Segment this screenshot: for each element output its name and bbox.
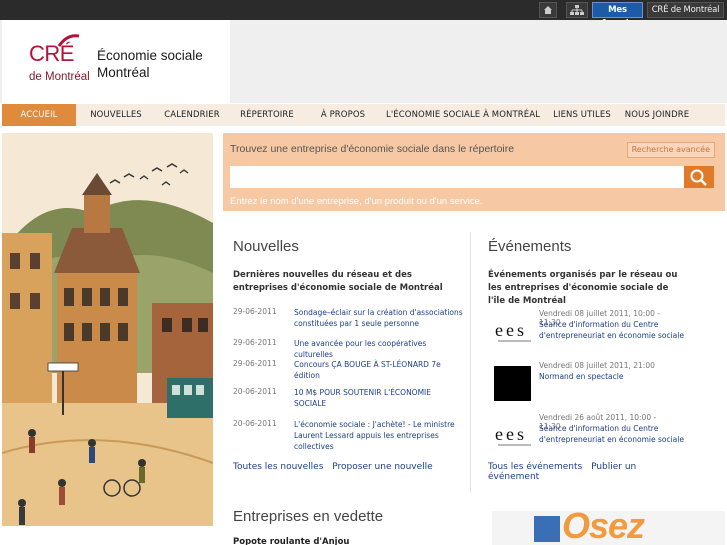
search-button[interactable]	[684, 166, 714, 188]
nav-item-repertoire[interactable]: RÉPERTOIRE	[234, 104, 300, 126]
news-list: 29-06-2011 Sondage–éclair sur la créatio…	[233, 307, 463, 453]
events-list: ees Vendredi 08 juillet 2011, 10:00 - 11…	[488, 309, 684, 465]
events-section: Événements Événements organisés par le r…	[488, 223, 684, 482]
logo-montreal-text: de Montréal	[29, 71, 90, 83]
nav-item-accueil[interactable]: ACCUEIL	[2, 104, 76, 126]
news-link[interactable]: Une avancée pour les coopératives cultur…	[294, 338, 464, 360]
news-date: 29-06-2011	[233, 338, 277, 347]
event-link[interactable]: Séance d'information du Centre d'entrepr…	[539, 319, 689, 341]
event-link[interactable]: Séance d'information du Centre d'entrepr…	[539, 423, 689, 445]
list-item: 29-06-2011 Sondage–éclair sur la créatio…	[233, 307, 463, 338]
sitemap-icon[interactable]	[566, 2, 588, 18]
events-links: Tous les événements Publier un événement	[488, 462, 678, 482]
logo-swoosh-icon	[57, 34, 80, 47]
news-date: 29-06-2011	[233, 359, 277, 368]
news-link[interactable]: Sondage–éclair sur la création d'associa…	[294, 307, 464, 329]
all-events-link[interactable]: Tous les événements	[488, 462, 582, 472]
directory-search-panel: Trouvez une entreprise d'économie social…	[223, 133, 725, 211]
list-item: ees Vendredi 08 juillet 2011, 10:00 - 11…	[488, 309, 684, 361]
magnifier-icon	[690, 169, 707, 186]
news-links: Toutes les nouvelles Proposer une nouvel…	[233, 462, 439, 472]
site-title: Économie sociale Montréal	[97, 47, 227, 81]
list-item: ees Vendredi 26 août 2011, 10:00 - 11:30…	[488, 413, 684, 465]
news-subtitle: Dernières nouvelles du réseau et des ent…	[233, 270, 443, 293]
events-heading[interactable]: Événements	[488, 223, 678, 255]
propose-news-link[interactable]: Proposer une nouvelle	[332, 462, 432, 472]
news-link[interactable]: Concours ÇA BOUGE À ST-LÉONARD 7e éditio…	[294, 359, 464, 381]
search-hint: Entrez le nom d'une entreprise, d'un pro…	[230, 196, 483, 207]
nav-item-a-propos[interactable]: À PROPOS	[314, 104, 372, 126]
favorites-button[interactable]: Mes favoris	[592, 2, 643, 29]
news-section: Nouvelles Dernières nouvelles du réseau …	[233, 223, 463, 472]
list-item: 20-06-2011 10 M$ POUR SOUTENIR L'ÉCONOMI…	[233, 387, 463, 419]
news-link[interactable]: L'économie sociale : J'achète! - Le mini…	[294, 419, 464, 452]
event-link[interactable]: Normand en spectacle	[539, 371, 689, 382]
osez-promo-banner[interactable]: Osez	[492, 511, 725, 545]
site-logo[interactable]: CRÉ de Montréal Économie sociale Montréa…	[2, 20, 230, 103]
search-input[interactable]	[230, 166, 684, 188]
event-thumb-line	[498, 444, 531, 446]
featured-heading: Entreprises en vedette	[233, 508, 384, 525]
cre-montreal-link[interactable]: CRÉ de Montréal	[647, 2, 724, 18]
event-thumb-logo: ees	[495, 320, 527, 340]
osez-text: Osez	[562, 511, 645, 545]
list-item: 29-06-2011 Une avancée pour les coopérat…	[233, 338, 463, 359]
column-divider	[470, 232, 471, 492]
news-heading[interactable]: Nouvelles	[233, 223, 455, 255]
event-thumb-logo: ees	[495, 424, 527, 444]
nav-item-economie-sociale[interactable]: L'ÉCONOMIE SOCIALE À MONTRÉAL	[386, 104, 540, 126]
home-icon[interactable]	[539, 2, 557, 18]
list-item: 29-06-2011 Concours ÇA BOUGE À ST-LÉONAR…	[233, 359, 463, 387]
event-thumbnail[interactable]	[494, 366, 531, 401]
nav-item-nouvelles[interactable]: NOUVELLES	[82, 104, 150, 126]
all-news-link[interactable]: Toutes les nouvelles	[233, 462, 323, 472]
event-date: Vendredi 08 juillet 2011, 21:00	[539, 361, 655, 370]
event-thumbnail[interactable]: ees	[494, 418, 531, 453]
news-date: 20-06-2011	[233, 387, 277, 396]
advanced-search-button[interactable]: Recherche avancée	[626, 142, 715, 158]
montreal-street-illustration	[2, 133, 213, 526]
list-item: Vendredi 08 juillet 2011, 21:00 Normand …	[488, 361, 678, 413]
nav-item-calendrier[interactable]: CALENDRIER	[159, 104, 225, 126]
nav-item-liens-utiles[interactable]: LIENS UTILES	[550, 104, 614, 126]
events-subtitle: Événements organisés par le réseau ou le…	[488, 270, 678, 306]
news-date: 29-06-2011	[233, 307, 277, 316]
featured-item-link[interactable]: Popote roulante d'Anjou	[233, 537, 349, 545]
osez-logo-square	[534, 516, 560, 542]
top-utility-bar: Mes favoris CRÉ de Montréal	[0, 0, 727, 29]
main-nav: ACCUEIL NOUVELLES CALENDRIER RÉPERTOIRE …	[2, 104, 725, 126]
list-item: 20-06-2011 L'économie sociale : J'achète…	[233, 419, 463, 453]
event-thumb-line	[498, 340, 531, 342]
site-header: CRÉ de Montréal Économie sociale Montréa…	[0, 20, 727, 103]
site-title-line2: Montréal	[97, 65, 150, 80]
search-title: Trouvez une entreprise d'économie social…	[230, 143, 515, 155]
news-date: 20-06-2011	[233, 419, 277, 428]
nav-item-nous-joindre[interactable]: NOUS JOINDRE	[622, 104, 692, 126]
news-link[interactable]: 10 M$ POUR SOUTENIR L'ÉCONOMIE SOCIALE	[294, 387, 464, 409]
site-title-line1: Économie sociale	[97, 48, 203, 63]
event-thumbnail[interactable]: ees	[494, 314, 531, 349]
